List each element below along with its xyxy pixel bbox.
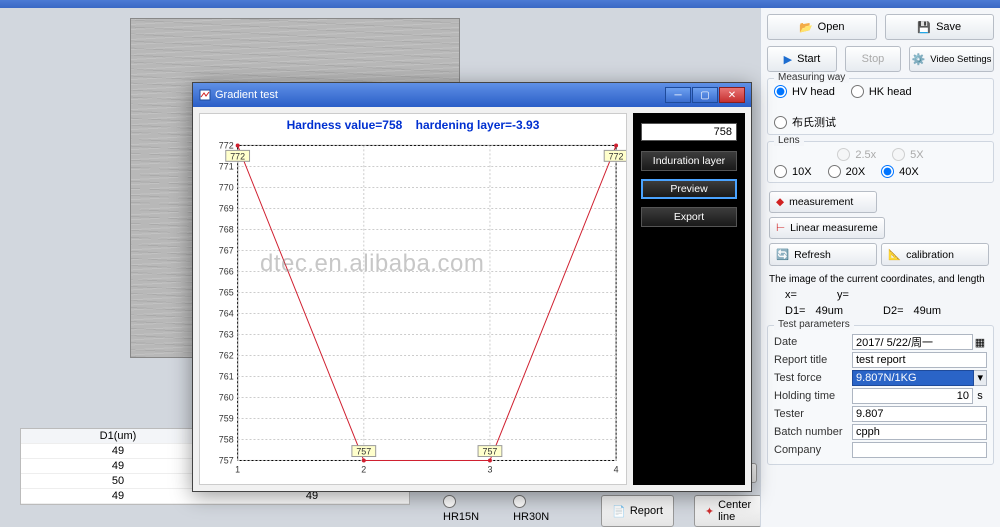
d1-value: 49um xyxy=(816,305,844,317)
svg-text:772: 772 xyxy=(230,151,245,161)
right-sidebar: 📂 Open 💾 Save ▶ Start Stop ⚙️ Video Sett… xyxy=(760,8,1000,527)
report-button[interactable]: 📄 Report xyxy=(601,495,674,527)
report-title-input[interactable] xyxy=(852,352,987,368)
d1-label: D1= xyxy=(785,305,806,317)
svg-text:1: 1 xyxy=(235,464,240,474)
svg-text:769: 769 xyxy=(219,203,234,213)
gear-icon: ⚙️ xyxy=(912,53,926,66)
radio-hr30n[interactable]: HR30N xyxy=(513,495,549,527)
radio-hv-head[interactable]: HV head xyxy=(774,85,835,98)
batch-input[interactable] xyxy=(852,424,987,440)
video-settings-button[interactable]: ⚙️ Video Settings xyxy=(909,46,994,72)
minimize-button[interactable]: ─ xyxy=(665,87,691,103)
svg-text:761: 761 xyxy=(219,371,234,381)
svg-text:757: 757 xyxy=(356,447,371,457)
folder-open-icon: 📂 xyxy=(799,21,813,34)
open-button[interactable]: 📂 Open xyxy=(767,14,877,40)
hardness-value-input[interactable] xyxy=(641,123,737,141)
dialog-titlebar[interactable]: Gradient test ─ ▢ ✕ xyxy=(193,83,751,107)
svg-text:767: 767 xyxy=(219,245,234,255)
save-icon: 💾 xyxy=(917,21,931,34)
svg-text:760: 760 xyxy=(219,392,234,402)
d2-value: 49um xyxy=(914,305,942,317)
col-d1: D1(um) xyxy=(21,429,215,444)
radio-lens-5x: 5X xyxy=(892,148,923,161)
preview-button[interactable]: Preview xyxy=(641,179,737,199)
induration-layer-button[interactable]: Induration layer xyxy=(641,151,737,171)
dialog-title: Gradient test xyxy=(215,89,278,101)
svg-text:763: 763 xyxy=(219,329,234,339)
coord-label: The image of the current coordinates, an… xyxy=(769,274,992,285)
diamond-icon: ◆ xyxy=(776,196,784,208)
radio-lens-2-5x: 2.5x xyxy=(837,148,876,161)
chart-area: Hardness value=758 hardening layer=-3.93… xyxy=(199,113,627,485)
measurement-button[interactable]: ◆ measurement xyxy=(769,191,877,213)
svg-text:4: 4 xyxy=(614,464,619,474)
dialog-side-panel: Induration layer Preview Export xyxy=(633,113,745,485)
app-topbar xyxy=(0,0,1000,8)
centerline-button[interactable]: ✦ Center line xyxy=(694,495,762,527)
calibration-button[interactable]: 📐 calibration xyxy=(881,243,989,266)
radio-brinell[interactable]: 布氏测试 xyxy=(774,114,836,130)
radio-hk-head[interactable]: HK head xyxy=(851,85,912,98)
start-button[interactable]: ▶ Start xyxy=(767,46,837,72)
svg-text:758: 758 xyxy=(219,434,234,444)
svg-text:757: 757 xyxy=(219,455,234,465)
svg-text:771: 771 xyxy=(219,161,234,171)
date-input[interactable] xyxy=(852,334,973,350)
test-parameters-group: Test parameters Date ▦ Report title Test… xyxy=(767,325,994,465)
svg-text:768: 768 xyxy=(219,224,234,234)
svg-text:3: 3 xyxy=(487,464,492,474)
y-label: y= xyxy=(837,289,849,301)
play-icon: ▶ xyxy=(784,53,792,66)
test-force-select[interactable]: 9.807N/1KG xyxy=(852,370,974,386)
svg-text:766: 766 xyxy=(219,266,234,276)
x-label: x= xyxy=(785,289,797,301)
centerline-icon: ✦ xyxy=(705,505,714,518)
chart-svg: 757 758 759 760 761 762 763 764 765 766 767 768 769 7… xyxy=(200,114,626,484)
calendar-icon[interactable]: ▦ xyxy=(973,336,987,349)
svg-text:762: 762 xyxy=(219,350,234,360)
svg-text:757: 757 xyxy=(483,447,498,457)
ruler-icon: ⊢ xyxy=(776,222,785,234)
stop-button: Stop xyxy=(845,46,901,72)
d2-label: D2= xyxy=(883,305,904,317)
svg-text:772: 772 xyxy=(219,140,234,150)
radio-lens-20x[interactable]: 20X xyxy=(828,165,866,178)
svg-text:2: 2 xyxy=(361,464,366,474)
svg-text:764: 764 xyxy=(219,308,234,318)
company-input[interactable] xyxy=(852,442,987,458)
report-icon: 📄 xyxy=(612,505,626,518)
close-button[interactable]: ✕ xyxy=(719,87,745,103)
gradient-test-dialog: Gradient test ─ ▢ ✕ Hardness value=758 h… xyxy=(192,82,752,492)
svg-text:759: 759 xyxy=(219,413,234,423)
svg-text:770: 770 xyxy=(219,182,234,192)
export-button[interactable]: Export xyxy=(641,207,737,227)
radio-lens-40x[interactable]: 40X xyxy=(881,165,919,178)
svg-text:772: 772 xyxy=(609,151,624,161)
lens-group: Lens 2.5x 5X 10X 20X 40X xyxy=(767,141,994,183)
measuring-way-group: Measuring way HV head HK head 布氏测试 xyxy=(767,78,994,135)
refresh-icon: 🔄 xyxy=(776,248,789,261)
linear-measurement-button[interactable]: ⊢ Linear measureme xyxy=(769,217,885,239)
holding-time-input[interactable] xyxy=(852,388,973,404)
maximize-button[interactable]: ▢ xyxy=(692,87,718,103)
dropdown-icon[interactable]: ▾ xyxy=(974,370,987,386)
calibration-icon: 📐 xyxy=(888,248,901,261)
save-button[interactable]: 💾 Save xyxy=(885,14,995,40)
refresh-button[interactable]: 🔄 Refresh xyxy=(769,243,877,266)
radio-hr15n[interactable]: HR15N xyxy=(443,495,479,527)
dialog-icon xyxy=(199,89,211,101)
tester-input[interactable] xyxy=(852,406,987,422)
radio-lens-10x[interactable]: 10X xyxy=(774,165,812,178)
svg-text:765: 765 xyxy=(219,287,234,297)
